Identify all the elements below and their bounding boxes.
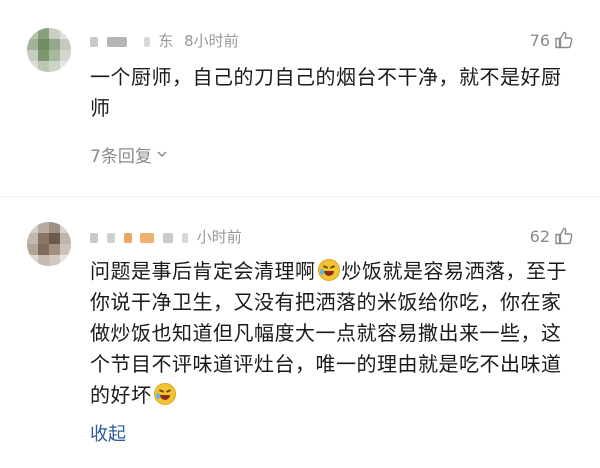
username-blurred[interactable]: [90, 36, 98, 47]
thumbs-up-icon: [554, 30, 574, 50]
replies-count: 7条回复: [90, 147, 152, 167]
view-replies-link[interactable]: 7条回复: [90, 142, 168, 167]
username-blurred[interactable]: [90, 232, 98, 243]
chevron-down-icon: [156, 145, 168, 165]
comment-meta: 东 8小时前: [90, 30, 239, 51]
like-count: 76: [529, 30, 550, 50]
avatar[interactable]: [27, 28, 71, 72]
avatar[interactable]: [27, 222, 71, 266]
like-count: 62: [529, 226, 550, 246]
username-suffix[interactable]: 东: [158, 32, 173, 50]
timestamp: 小时前: [196, 228, 242, 246]
like-button[interactable]: 76: [530, 30, 574, 50]
like-button[interactable]: 62: [530, 226, 574, 246]
laughing-tears-emoji-icon: [153, 383, 176, 405]
timestamp: 8小时前: [184, 32, 239, 50]
thumbs-up-icon: [554, 226, 574, 246]
comment-text: 问题是事后肯定会清理啊 炒饭就是容易洒落，至于你说干净卫生，又没有把洒落的米饭给你…: [90, 256, 580, 411]
comment-text-part1: 问题是事后肯定会清理啊: [90, 259, 316, 283]
laughing-tears-emoji-icon: [317, 259, 340, 281]
comment-meta: 小时前: [90, 226, 242, 247]
divider: [0, 196, 600, 197]
comment-text: 一个厨师，自己的刀自己的烟台不干净，就不是好厨师: [90, 65, 562, 120]
collapse-link[interactable]: 收起: [90, 420, 126, 446]
